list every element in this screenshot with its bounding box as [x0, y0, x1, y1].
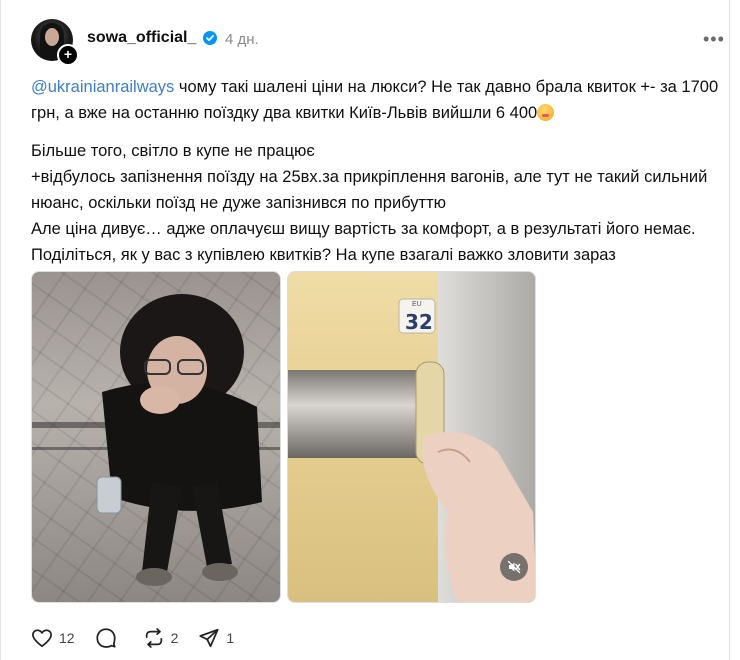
- more-icon[interactable]: •••: [703, 29, 725, 50]
- like-button[interactable]: 12: [31, 628, 75, 648]
- post-text: @ukrainianrailways чому такі шалені ціни…: [31, 74, 731, 268]
- share-icon: [199, 628, 219, 648]
- mention-link[interactable]: @ukrainianrailways: [31, 78, 174, 96]
- paragraph-2-line-3: Але ціна дивує… адже оплачуєш вищу варті…: [31, 220, 696, 264]
- comment-button[interactable]: [95, 627, 123, 649]
- emoji-icon: [537, 104, 555, 121]
- post-paragraph-2: Більше того, світло в купе не працює +від…: [31, 138, 731, 268]
- comment-icon: [95, 628, 116, 648]
- username[interactable]: sowa_official_: [87, 29, 196, 47]
- heart-icon: [32, 629, 52, 648]
- paragraph-2-line-2: +відбулось запізнення поїзду на 25вх.за …: [31, 168, 708, 212]
- mute-icon[interactable]: [500, 553, 528, 581]
- post-photo-2[interactable]: EU 32: [287, 271, 536, 603]
- share-count: 1: [226, 630, 235, 646]
- repost-icon: [145, 628, 162, 648]
- paragraph-2-line-1: Більше того, світло в купе не працює: [31, 142, 315, 160]
- post-card: + sowa_official_ 4 дн. ••• @ukrainianrai…: [0, 0, 730, 660]
- repost-count: 2: [170, 630, 179, 646]
- photo-1-scene: [32, 294, 280, 586]
- plus-icon[interactable]: +: [57, 44, 79, 66]
- photo-2-lamp: [288, 361, 535, 602]
- post-paragraph-1: @ukrainianrailways чому такі шалені ціни…: [31, 74, 731, 126]
- verified-icon: [203, 31, 217, 45]
- share-button[interactable]: 1: [198, 627, 234, 649]
- post-actions: 12 2 1: [31, 625, 234, 651]
- post-photo-1[interactable]: [31, 271, 281, 603]
- like-count: 12: [59, 630, 75, 646]
- post-time[interactable]: 4 дн.: [225, 31, 259, 48]
- avatar-face: [45, 28, 59, 46]
- repost-button[interactable]: 2: [143, 627, 179, 649]
